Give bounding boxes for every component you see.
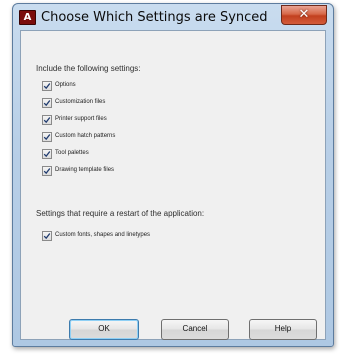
custom-fonts-label: Custom fonts, shapes and linetypes bbox=[55, 232, 151, 238]
close-icon: ✕ bbox=[298, 7, 310, 22]
custom-hatch-patterns-checkbox[interactable] bbox=[42, 132, 52, 142]
options-checkbox[interactable] bbox=[42, 81, 52, 91]
customization-files-checkbox[interactable] bbox=[42, 98, 52, 108]
help-button[interactable]: Help bbox=[249, 319, 317, 340]
check-icon bbox=[43, 151, 51, 158]
custom-fonts-checkbox[interactable] bbox=[42, 231, 52, 241]
check-icon bbox=[43, 83, 51, 90]
include-settings-heading: Include the following settings: bbox=[36, 64, 141, 73]
printer-support-files-label: Printer support files bbox=[55, 116, 107, 122]
check-icon bbox=[43, 100, 51, 107]
drawing-template-files-checkbox[interactable] bbox=[42, 166, 52, 176]
check-icon bbox=[43, 117, 51, 124]
cancel-button[interactable]: Cancel bbox=[161, 319, 229, 340]
options-label: Options bbox=[55, 82, 76, 88]
app-icon: A bbox=[19, 10, 36, 25]
dialog-body: Include the following settings: Options … bbox=[20, 30, 326, 340]
close-button[interactable]: ✕ bbox=[281, 5, 327, 25]
check-icon bbox=[43, 168, 51, 175]
dialog-window: A Choose Which Settings are Synced ✕ Inc… bbox=[12, 3, 334, 347]
dialog-title: Choose Which Settings are Synced bbox=[41, 10, 268, 25]
tool-palettes-checkbox[interactable] bbox=[42, 149, 52, 159]
title-bar[interactable]: A Choose Which Settings are Synced ✕ bbox=[13, 4, 333, 30]
ok-button[interactable]: OK bbox=[69, 319, 139, 340]
custom-hatch-patterns-label: Custom hatch patterns bbox=[55, 133, 116, 139]
restart-settings-heading: Settings that require a restart of the a… bbox=[36, 209, 205, 218]
check-icon bbox=[43, 233, 51, 240]
printer-support-files-checkbox[interactable] bbox=[42, 115, 52, 125]
tool-palettes-label: Tool palettes bbox=[55, 150, 89, 156]
drawing-template-files-label: Drawing template files bbox=[55, 167, 115, 173]
check-icon bbox=[43, 134, 51, 141]
customization-files-label: Customization files bbox=[55, 99, 106, 105]
